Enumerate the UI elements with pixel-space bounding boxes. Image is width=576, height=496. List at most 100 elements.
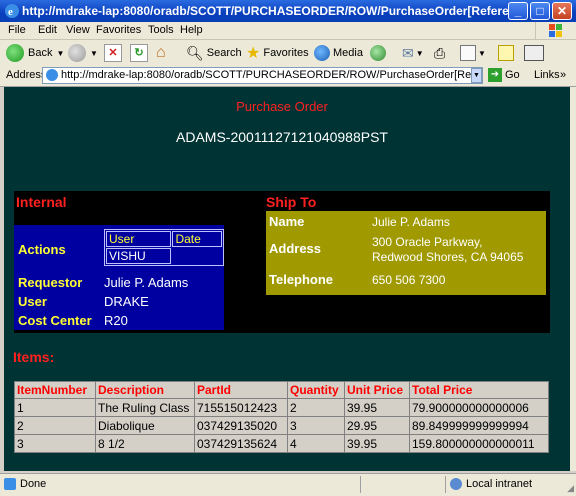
user-label: User <box>18 294 47 309</box>
home-button[interactable]: ⌂ <box>156 42 166 64</box>
media-label: Media <box>333 47 363 59</box>
unit-price-cell: 29.95 <box>344 416 410 435</box>
menu-help[interactable]: Help <box>180 24 203 36</box>
actions-user-cell: VISHU <box>106 248 172 264</box>
window-title: http://mdrake-lap:8080/oradb/SCOTT/PURCH… <box>22 4 512 18</box>
discuss-icon <box>498 45 514 61</box>
messenger-button[interactable] <box>524 42 544 64</box>
address-input[interactable]: http://mdrake-lap:8080/oradb/SCOTT/PURCH… <box>42 67 483 84</box>
media-icon <box>314 45 330 61</box>
ship-telephone-value: 650 506 7300 <box>372 273 446 287</box>
quantity-cell: 2 <box>287 398 345 417</box>
search-icon: 🔍︎ <box>186 44 204 61</box>
description-cell: 8 1/2 <box>95 434 195 453</box>
menu-tools[interactable]: Tools <box>148 24 174 36</box>
zone-text: Local intranet <box>466 478 533 490</box>
stop-icon: ✕ <box>104 44 122 62</box>
close-button[interactable]: ✕ <box>552 2 572 20</box>
home-icon: ⌂ <box>156 44 166 61</box>
menu-favorites[interactable]: Favorites <box>96 24 141 36</box>
scrollbar[interactable] <box>570 87 576 471</box>
forward-button[interactable]: ▼ <box>68 42 98 64</box>
table-row: 3 8 1/2 037429135624 4 39.95 159.8000000… <box>14 434 549 453</box>
item-number-cell: 2 <box>14 416 96 435</box>
page-heading: Purchase Order <box>236 99 328 114</box>
address-label: Address <box>6 69 47 81</box>
user-value: DRAKE <box>104 294 149 309</box>
windows-logo-icon <box>535 22 576 39</box>
chevron-down-icon: ▼ <box>90 48 98 58</box>
items-table: ItemNumber Description PartId Quantity U… <box>14 381 549 453</box>
favorites-button[interactable]: ★ Favorites <box>246 42 309 64</box>
item-number-cell: 1 <box>14 398 96 417</box>
requestor-label: Requestor <box>18 275 83 290</box>
description-cell: The Ruling Class <box>95 398 195 417</box>
cost-center-label: Cost Center <box>18 313 92 328</box>
description-cell: Diabolique <box>95 416 195 435</box>
refresh-button[interactable]: ↻ <box>130 42 148 64</box>
menu-view[interactable]: View <box>66 24 90 36</box>
status-divider <box>445 476 446 493</box>
back-button[interactable]: Back ▼ <box>6 42 64 64</box>
page-icon <box>46 69 58 81</box>
page-done-icon <box>4 478 16 490</box>
history-button[interactable] <box>370 42 386 64</box>
history-icon <box>370 45 386 61</box>
address-value: http://mdrake-lap:8080/oradb/SCOTT/PURCH… <box>61 69 482 81</box>
print-button[interactable]: ⎙ <box>434 42 445 64</box>
part-id-cell: 037429135020 <box>194 416 288 435</box>
resize-grip-icon[interactable]: ◢ <box>567 483 574 494</box>
mail-button[interactable]: ✉ ▼ <box>402 42 424 64</box>
forward-arrow-icon <box>68 44 86 62</box>
media-button[interactable]: Media <box>314 42 363 64</box>
links-button[interactable]: Links <box>534 69 560 81</box>
ship-address-label: Address <box>269 241 322 256</box>
internal-title: Internal <box>16 194 67 210</box>
total-price-cell: 79.900000000000006 <box>409 398 549 417</box>
status-text: Done <box>20 478 47 490</box>
star-icon: ★ <box>246 45 261 62</box>
menu-file[interactable]: File <box>8 24 26 36</box>
quantity-cell: 3 <box>287 416 345 435</box>
ship-name-label: Name <box>269 214 305 229</box>
page-content: Purchase Order ADAMS-20011127121040988PS… <box>4 87 570 471</box>
requestor-value: Julie P. Adams <box>104 275 189 290</box>
go-button[interactable]: ➜ Go <box>488 68 520 82</box>
menu-edit[interactable]: Edit <box>38 24 57 36</box>
svg-text:e: e <box>8 6 13 18</box>
intranet-icon <box>450 478 462 490</box>
col-quantity: Quantity <box>287 381 345 399</box>
links-chevron-icon: » <box>560 69 567 81</box>
stop-button[interactable]: ✕ <box>104 42 122 64</box>
maximize-button[interactable]: □ <box>530 2 550 20</box>
favorites-label: Favorites <box>263 47 309 59</box>
edit-button[interactable]: ▼ <box>460 42 486 64</box>
col-part-id: PartId <box>194 381 288 399</box>
internal-box: Actions User Date VISHU Requestor Julie … <box>14 225 224 330</box>
item-number-cell: 3 <box>14 434 96 453</box>
menu-bar: File Edit View Favorites Tools Help <box>0 22 576 40</box>
table-row: 2 Diabolique 037429135020 3 29.95 89.849… <box>14 416 549 435</box>
status-divider <box>360 476 361 493</box>
back-label: Back <box>28 47 53 59</box>
address-dropdown-button[interactable]: ▼ <box>471 68 482 83</box>
po-reference: ADAMS-20011127121040988PST <box>176 129 388 145</box>
search-button[interactable]: 🔍︎ Search <box>186 42 242 64</box>
chevron-down-icon: ▼ <box>415 48 424 58</box>
back-arrow-icon <box>6 44 24 62</box>
part-id-cell: 037429135624 <box>194 434 288 453</box>
quantity-cell: 4 <box>287 434 345 453</box>
actions-header-user: User <box>106 231 172 247</box>
minimize-button[interactable]: _ <box>508 2 528 20</box>
refresh-icon: ↻ <box>130 44 148 62</box>
chevron-down-icon: ▼ <box>56 48 65 58</box>
col-total-price: Total Price <box>409 381 549 399</box>
actions-table: User Date VISHU <box>104 229 224 266</box>
col-unit-price: Unit Price <box>344 381 410 399</box>
total-price-cell: 89.849999999999994 <box>409 416 549 435</box>
ship-telephone-label: Telephone <box>269 272 334 287</box>
messenger-icon <box>524 45 544 61</box>
discuss-button[interactable] <box>498 42 514 64</box>
ship-to-title: Ship To <box>266 194 317 210</box>
items-title: Items: <box>13 349 55 365</box>
